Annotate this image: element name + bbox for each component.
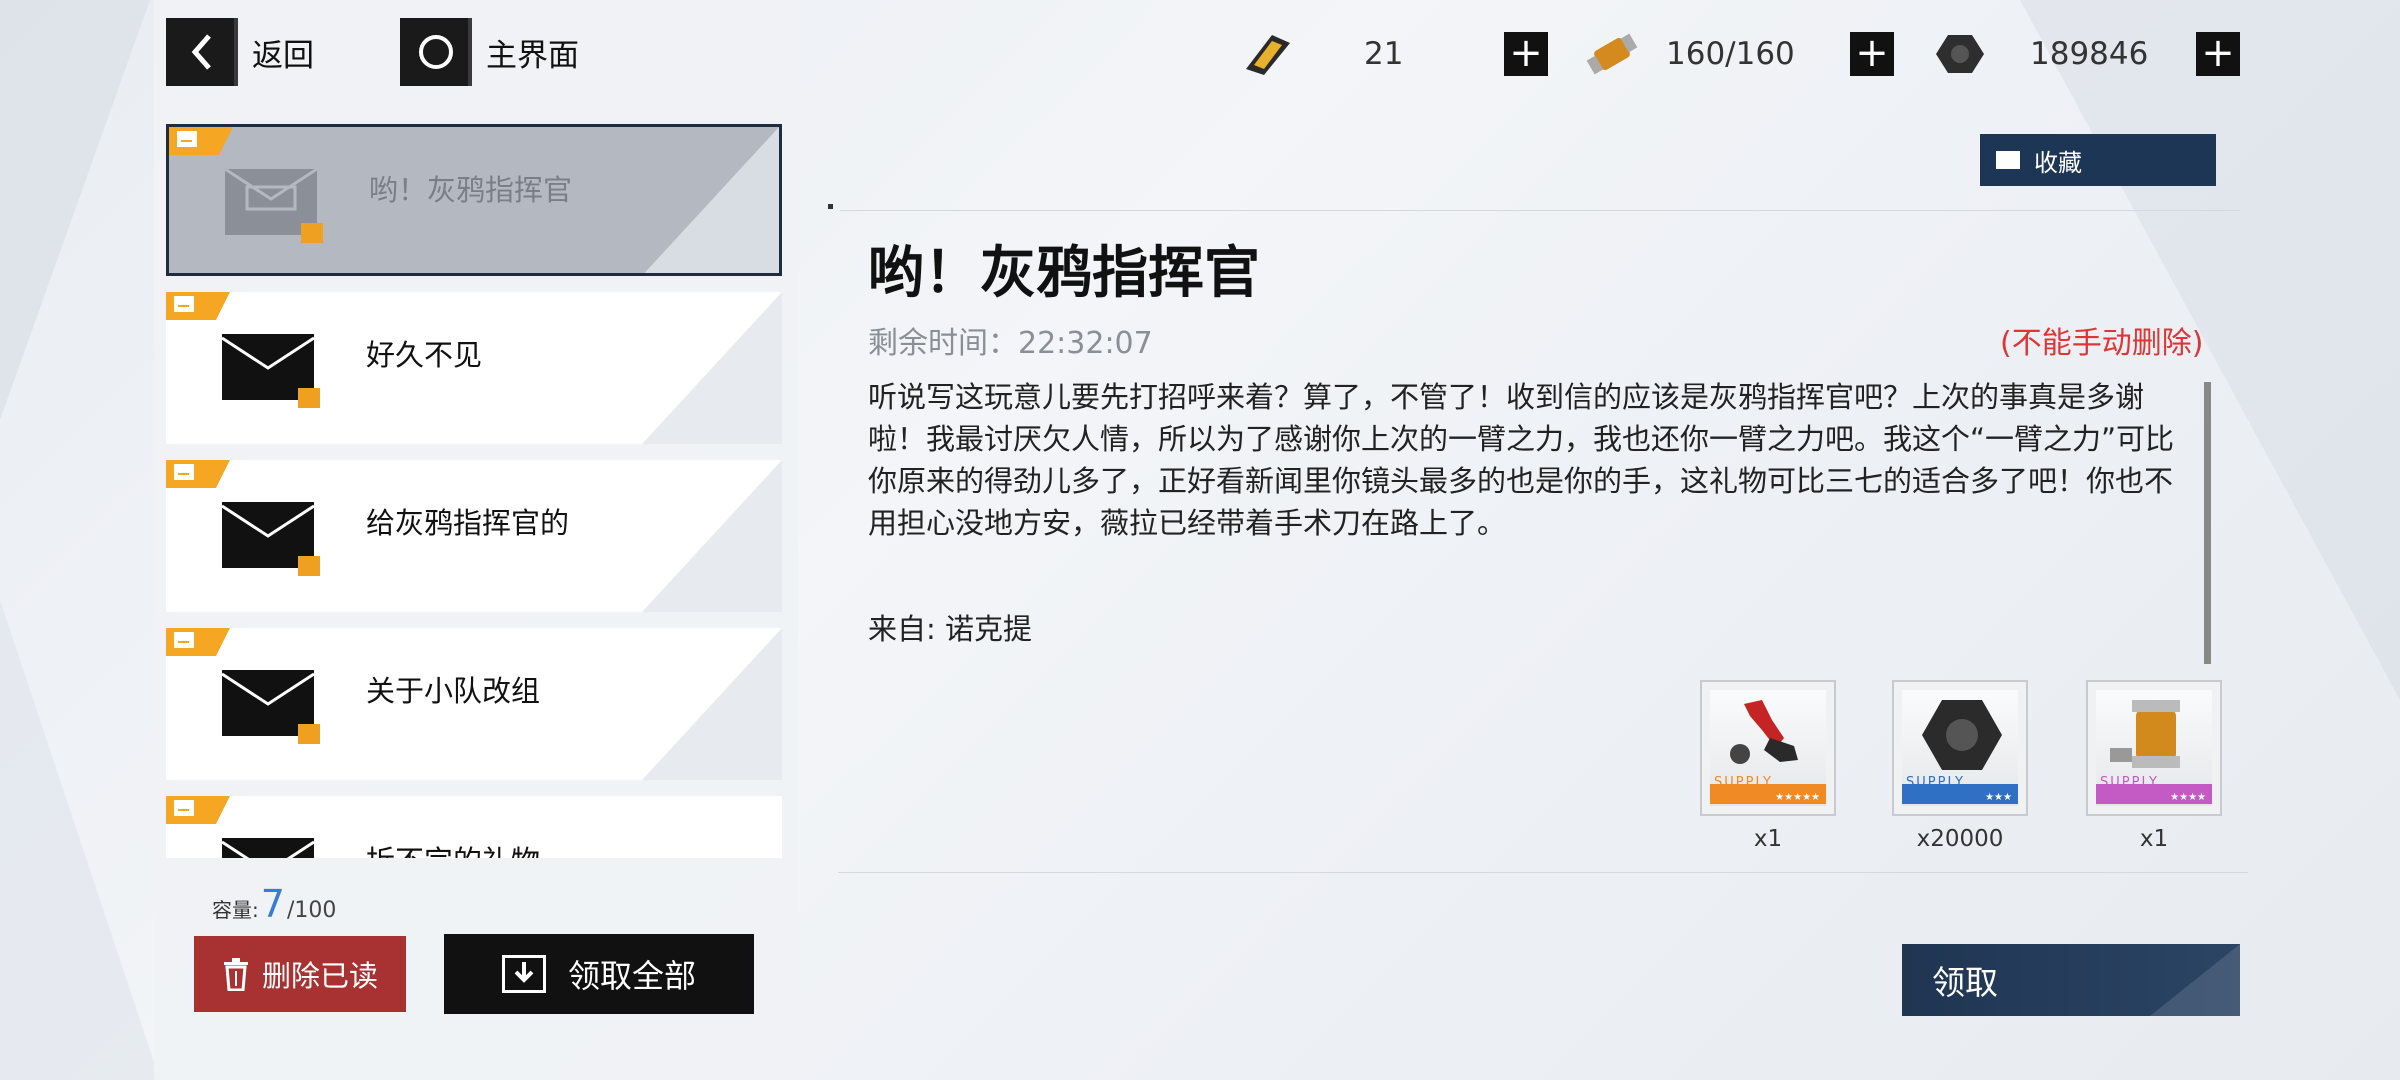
capacity-max: /100 bbox=[286, 898, 337, 923]
resource-counter: 189846 + bbox=[1932, 22, 2240, 86]
stamina-canister-icon bbox=[2110, 700, 2180, 768]
mail-list-item[interactable]: 关于小队改组 bbox=[166, 628, 782, 780]
resource-counter: 21 + bbox=[1240, 22, 1548, 86]
mail-heading: 哟！灰鸦指挥官 bbox=[868, 241, 1260, 306]
hex-nut-icon bbox=[1922, 700, 2002, 770]
opened-envelope-icon bbox=[225, 169, 323, 243]
folder-icon bbox=[1996, 151, 2020, 169]
resource-value: 21 bbox=[1364, 36, 1404, 72]
envelope-icon bbox=[222, 334, 320, 408]
claim-all-label: 领取全部 bbox=[567, 957, 696, 995]
delete-read-button[interactable]: 删除已读 bbox=[194, 936, 406, 1012]
back-button[interactable]: 返回 bbox=[166, 18, 314, 86]
delete-read-label: 删除已读 bbox=[261, 959, 378, 993]
mail-flag-icon bbox=[166, 628, 230, 656]
add-resource-button[interactable]: + bbox=[2196, 32, 2240, 76]
claim-button[interactable]: 领取 bbox=[1902, 944, 2240, 1016]
resource-value: 160/160 bbox=[1666, 36, 1795, 72]
robotic-arm-icon bbox=[1730, 700, 1798, 764]
mail-body: 听说写这玩意儿要先打招呼来着？算了，不管了！收到信的应该是灰鸦指挥官吧？上次的事… bbox=[868, 380, 2175, 540]
download-icon bbox=[501, 955, 546, 993]
mail-flag-icon bbox=[166, 292, 230, 320]
rarity-stars: ★★★★★ bbox=[1775, 792, 1820, 803]
reward-quantity: x1 bbox=[1753, 826, 1783, 852]
divider bbox=[838, 872, 2248, 873]
add-resource-button[interactable]: + bbox=[1504, 32, 1548, 76]
reward-item[interactable]: SUPPLY ★★★ bbox=[1892, 680, 2028, 816]
envelope-icon bbox=[222, 838, 314, 858]
envelope-icon bbox=[222, 502, 320, 576]
battery-ticket-icon bbox=[1246, 35, 1290, 75]
claim-label: 领取 bbox=[1932, 963, 1998, 1002]
mail-list-item[interactable]: 拆不完的礼物 bbox=[166, 796, 782, 858]
rarity-stars: ★★★★ bbox=[2170, 792, 2206, 803]
background-shard bbox=[0, 0, 150, 420]
trash-icon bbox=[223, 958, 248, 991]
home-button[interactable]: 主界面 bbox=[400, 18, 579, 86]
reward-quantity: x20000 bbox=[1916, 826, 2004, 852]
remaining-time: 剩余时间：22:32:07 bbox=[868, 326, 1153, 361]
mail-capacity: 容量: 7 /100 bbox=[212, 882, 336, 926]
divider bbox=[840, 210, 2240, 211]
back-label: 返回 bbox=[252, 37, 314, 74]
resource-counter: 160/160 + bbox=[1586, 22, 1894, 86]
mail-sender: 来自: 诺克提 bbox=[868, 612, 1032, 646]
hex-nut-icon bbox=[1936, 35, 1984, 73]
stamina-canister-icon bbox=[1586, 33, 1638, 75]
favorite-label: 收藏 bbox=[2034, 148, 2082, 177]
back-arrow-icon bbox=[166, 18, 238, 86]
favorite-button[interactable]: 收藏 bbox=[1980, 134, 2216, 186]
add-resource-button[interactable]: + bbox=[1850, 32, 1894, 76]
mail-list-item[interactable]: 哟！灰鸦指挥官 bbox=[166, 124, 782, 276]
mail-flag-icon bbox=[169, 127, 233, 155]
mail-title: 拆不完的礼物 bbox=[366, 838, 540, 858]
mail-title: 给灰鸦指挥官的 bbox=[366, 506, 570, 540]
mail-flag-icon bbox=[166, 796, 230, 824]
mail-body-scrollbar[interactable] bbox=[2204, 382, 2211, 664]
capacity-label: 容量: bbox=[212, 898, 259, 922]
resource-value: 189846 bbox=[2030, 36, 2149, 72]
reward-quantity: x1 bbox=[2139, 826, 2169, 852]
mail-flag-icon bbox=[166, 460, 230, 488]
reward-item[interactable]: SUPPLY ★★★★ bbox=[2086, 680, 2222, 816]
home-circle-icon bbox=[400, 18, 472, 86]
reward-item[interactable]: SUPPLY ★★★★★ bbox=[1700, 680, 1836, 816]
mail-list-item[interactable]: 好久不见 bbox=[166, 292, 782, 444]
home-label: 主界面 bbox=[486, 37, 579, 74]
background-shard bbox=[0, 600, 160, 1080]
mail-title: 好久不见 bbox=[366, 338, 483, 372]
rarity-stars: ★★★ bbox=[1985, 792, 2012, 803]
cannot-delete-notice: (不能手动删除) bbox=[2000, 326, 2204, 361]
mail-title: 关于小队改组 bbox=[366, 674, 541, 708]
capacity-current: 7 bbox=[260, 882, 285, 926]
mail-list-item[interactable]: 给灰鸦指挥官的 bbox=[166, 460, 782, 612]
claim-all-button[interactable]: 领取全部 bbox=[444, 934, 754, 1014]
envelope-icon bbox=[222, 670, 320, 744]
mail-title: 哟！灰鸦指挥官 bbox=[369, 173, 573, 207]
